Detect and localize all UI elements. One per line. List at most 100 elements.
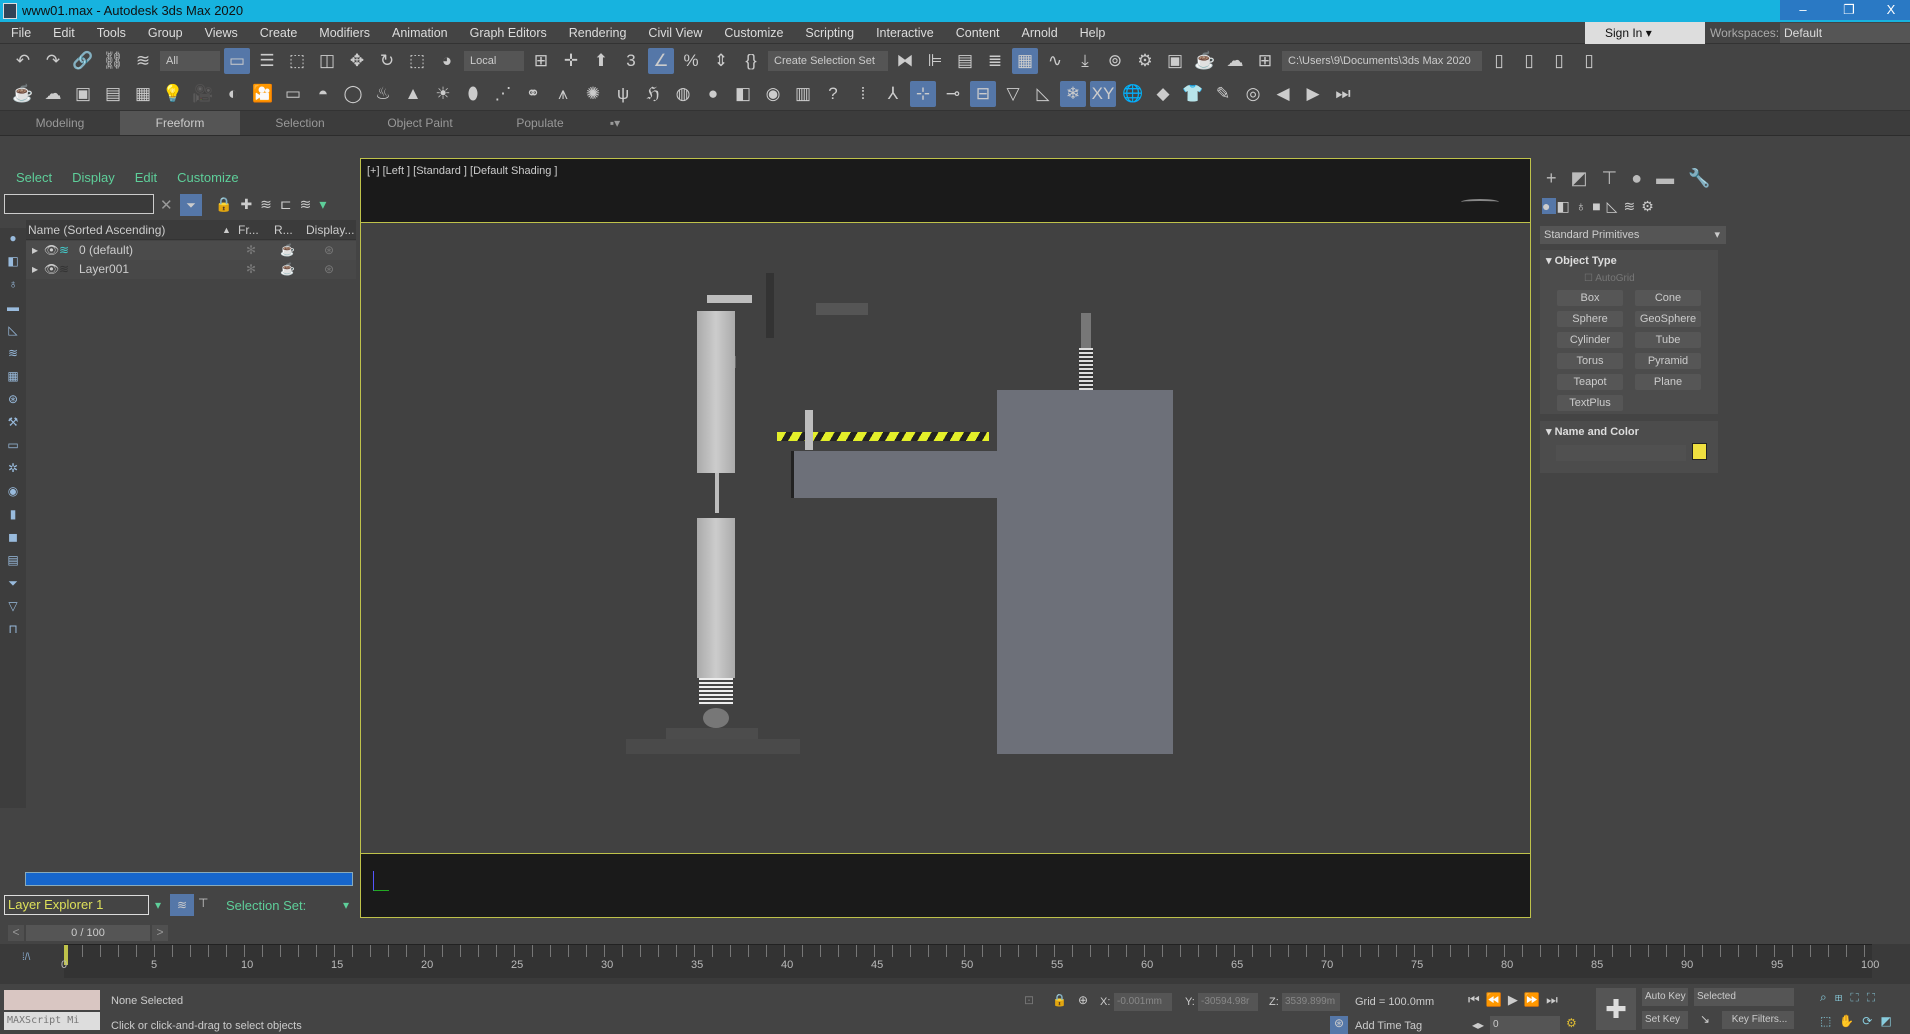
anim-play-icon[interactable]: ▶ [1300, 81, 1326, 107]
scale-icon[interactable]: ⬚ [404, 48, 430, 74]
play-icon[interactable]: ▶ [1508, 992, 1524, 1007]
display-icon[interactable]: ⊛ [324, 260, 334, 279]
report-icon[interactable]: ▥ [790, 81, 816, 107]
selection-set-dropdown[interactable]: Selection Set: [226, 898, 306, 913]
hierarchy-tab-icon[interactable]: ⊤ [1602, 168, 1632, 188]
snap-tri-icon[interactable]: ▽ [1000, 81, 1026, 107]
new-layer-icon[interactable]: ✚ [240, 196, 260, 212]
zoom-icon[interactable]: ⌕ [1820, 990, 1835, 1004]
teapot-wire-icon[interactable]: ♨ [370, 81, 396, 107]
layer-stack-icon[interactable]: ≋ [300, 196, 320, 212]
brush-icon[interactable]: ✎ [1210, 81, 1236, 107]
display-particles-icon[interactable]: ✲ [3, 461, 23, 481]
tab-selection[interactable]: Selection [240, 111, 360, 135]
menu-customize[interactable]: Customize [177, 170, 238, 185]
object-type-header[interactable]: ▾ Object Type [1546, 254, 1617, 267]
time-slider-thumb[interactable]: 0 / 100 [26, 925, 150, 941]
geosphere-button[interactable]: GeoSphere [1635, 311, 1701, 327]
camera-red-icon[interactable]: 🎦 [250, 81, 276, 107]
field-of-view-icon[interactable]: ⬚ [1820, 1014, 1839, 1028]
menu-group[interactable]: Group [137, 22, 194, 44]
shapes-icon[interactable]: ◆ [1150, 81, 1176, 107]
dome-icon[interactable]: ◓ [310, 81, 336, 107]
menu-civil-view[interactable]: Civil View [637, 22, 713, 44]
object-color-swatch[interactable] [1692, 443, 1707, 460]
name-color-header[interactable]: ▾ Name and Color [1546, 425, 1639, 438]
cone-button[interactable]: Cone [1635, 290, 1701, 306]
workspaces-dropdown[interactable]: Default [1780, 23, 1910, 43]
layer-row[interactable]: ▸ 👁 ≋ Layer001 ✻ ☕ ⊛ [26, 260, 356, 279]
render-cloud-icon[interactable]: ☁ [1222, 48, 1248, 74]
snap-freeze-icon[interactable]: ❄ [1060, 80, 1086, 107]
x-coordinate-field[interactable]: -0.001mm [1114, 993, 1172, 1011]
track-bar-toggle-icon[interactable]: ⁞/\ [22, 952, 30, 963]
selection-lock-icon[interactable]: 🔒 [1052, 993, 1067, 1007]
keyboard-shortcut-icon[interactable]: ⬆ [588, 48, 614, 74]
menu-select[interactable]: Select [16, 170, 52, 185]
eye-icon[interactable]: 👁 [44, 241, 59, 260]
autogrid-checkbox[interactable]: ☐ AutoGrid [1584, 273, 1635, 284]
selection-filter-dropdown[interactable]: All [160, 50, 220, 71]
motion-tab-icon[interactable]: ● [1631, 168, 1656, 188]
time-tag-icon[interactable]: ⊛ [1330, 1016, 1348, 1034]
col-name[interactable]: Name (Sorted Ascending) [28, 220, 165, 240]
col-freeze[interactable]: Fr... [238, 220, 259, 240]
helpers-icon[interactable]: ◺ [1607, 198, 1624, 214]
pyramid-button[interactable]: Pyramid [1635, 353, 1701, 369]
explorer-horizontal-scrollbar[interactable] [25, 872, 353, 886]
display-tab-icon[interactable]: ▬ [1656, 168, 1688, 188]
prev-key-icon[interactable]: ⏪ [1486, 992, 1508, 1007]
edit-named-sel-icon[interactable]: {} [738, 48, 764, 74]
anim-next-icon[interactable]: ⏭ [1330, 81, 1356, 107]
blue-sphere-icon[interactable]: ● [700, 81, 726, 107]
display-cameras-icon[interactable]: ▬ [3, 300, 23, 320]
light-icon[interactable]: 💡 [160, 81, 186, 107]
rendered-frame-icon[interactable]: ▣ [1162, 48, 1188, 74]
menu-scripting[interactable]: Scripting [794, 22, 865, 44]
utilities-tab-icon[interactable]: 🔧 [1688, 168, 1724, 188]
display-none-icon[interactable]: ▤ [3, 553, 23, 573]
project-path-dropdown[interactable]: C:\Users\9\Documents\3ds Max 2020 [1282, 50, 1482, 71]
clear-search-icon[interactable]: ✕ [160, 196, 173, 214]
layer-mode-icon[interactable]: ≋ [170, 894, 194, 916]
gear-icon[interactable]: ✺ [580, 81, 606, 107]
rect-selection-icon[interactable]: ⬚ [284, 48, 310, 74]
teapot-icon[interactable]: ☕ [10, 81, 36, 107]
lock-icon[interactable]: 🔒 [215, 196, 240, 212]
pan-icon[interactable]: ✋ [1839, 1014, 1862, 1028]
molecule-icon[interactable]: ⚭ [520, 81, 546, 107]
key-mode-icon[interactable]: ◂▸ [1472, 1018, 1484, 1032]
set-key-button[interactable]: Set Key [1642, 1011, 1688, 1029]
display-spacewarps-icon[interactable]: ≋ [3, 346, 23, 366]
zoom-extents-icon[interactable]: ⛶ [1850, 990, 1866, 1004]
project-folder-icon[interactable]: ▯ [1516, 48, 1542, 74]
current-frame-field[interactable]: 0 [1490, 1016, 1560, 1034]
snap-edge-icon[interactable]: ⊸ [940, 81, 966, 107]
schematic-view-icon[interactable]: ⤓ [1072, 48, 1098, 74]
selection-set-arrow-icon[interactable]: ▾ [343, 898, 349, 912]
display-containers-icon[interactable]: ▭ [3, 438, 23, 458]
project-settings-icon[interactable]: ▯ [1486, 48, 1512, 74]
render-teapot-icon[interactable]: ☕ [280, 241, 295, 260]
maximize-viewport-icon[interactable]: ◩ [1880, 1014, 1899, 1028]
tube-button[interactable]: Tube [1635, 332, 1701, 348]
render-icon[interactable]: ☕ [1192, 48, 1218, 74]
place-icon[interactable]: ◕ [434, 48, 460, 74]
render-region-icon[interactable]: ◉ [760, 81, 786, 107]
menu-graph-editors[interactable]: Graph Editors [459, 22, 558, 44]
project-tree-icon[interactable]: ▯ [1546, 48, 1572, 74]
next-key-icon[interactable]: ⏩ [1524, 992, 1546, 1007]
go-end-icon[interactable]: ⏭ [1546, 992, 1564, 1007]
cameras-icon[interactable]: ■ [1592, 198, 1606, 214]
col-display[interactable]: Display... [306, 220, 354, 240]
cone-icon[interactable]: ▲ [400, 81, 426, 107]
ribbon-options-icon[interactable]: ▪▾ [600, 111, 630, 135]
mirror-icon[interactable]: ⧓ [892, 48, 918, 74]
redo-icon[interactable]: ↷ [40, 48, 66, 74]
expand-icon[interactable]: ▸ [32, 241, 38, 260]
tab-object-paint[interactable]: Object Paint [360, 111, 480, 135]
render-views-icon[interactable]: ⊞ [1252, 48, 1278, 74]
orbit-icon[interactable]: ⟳ [1862, 1014, 1880, 1028]
more-dropdown-icon[interactable]: ▾ [319, 196, 334, 212]
shirt-icon[interactable]: 👕 [1180, 81, 1206, 107]
